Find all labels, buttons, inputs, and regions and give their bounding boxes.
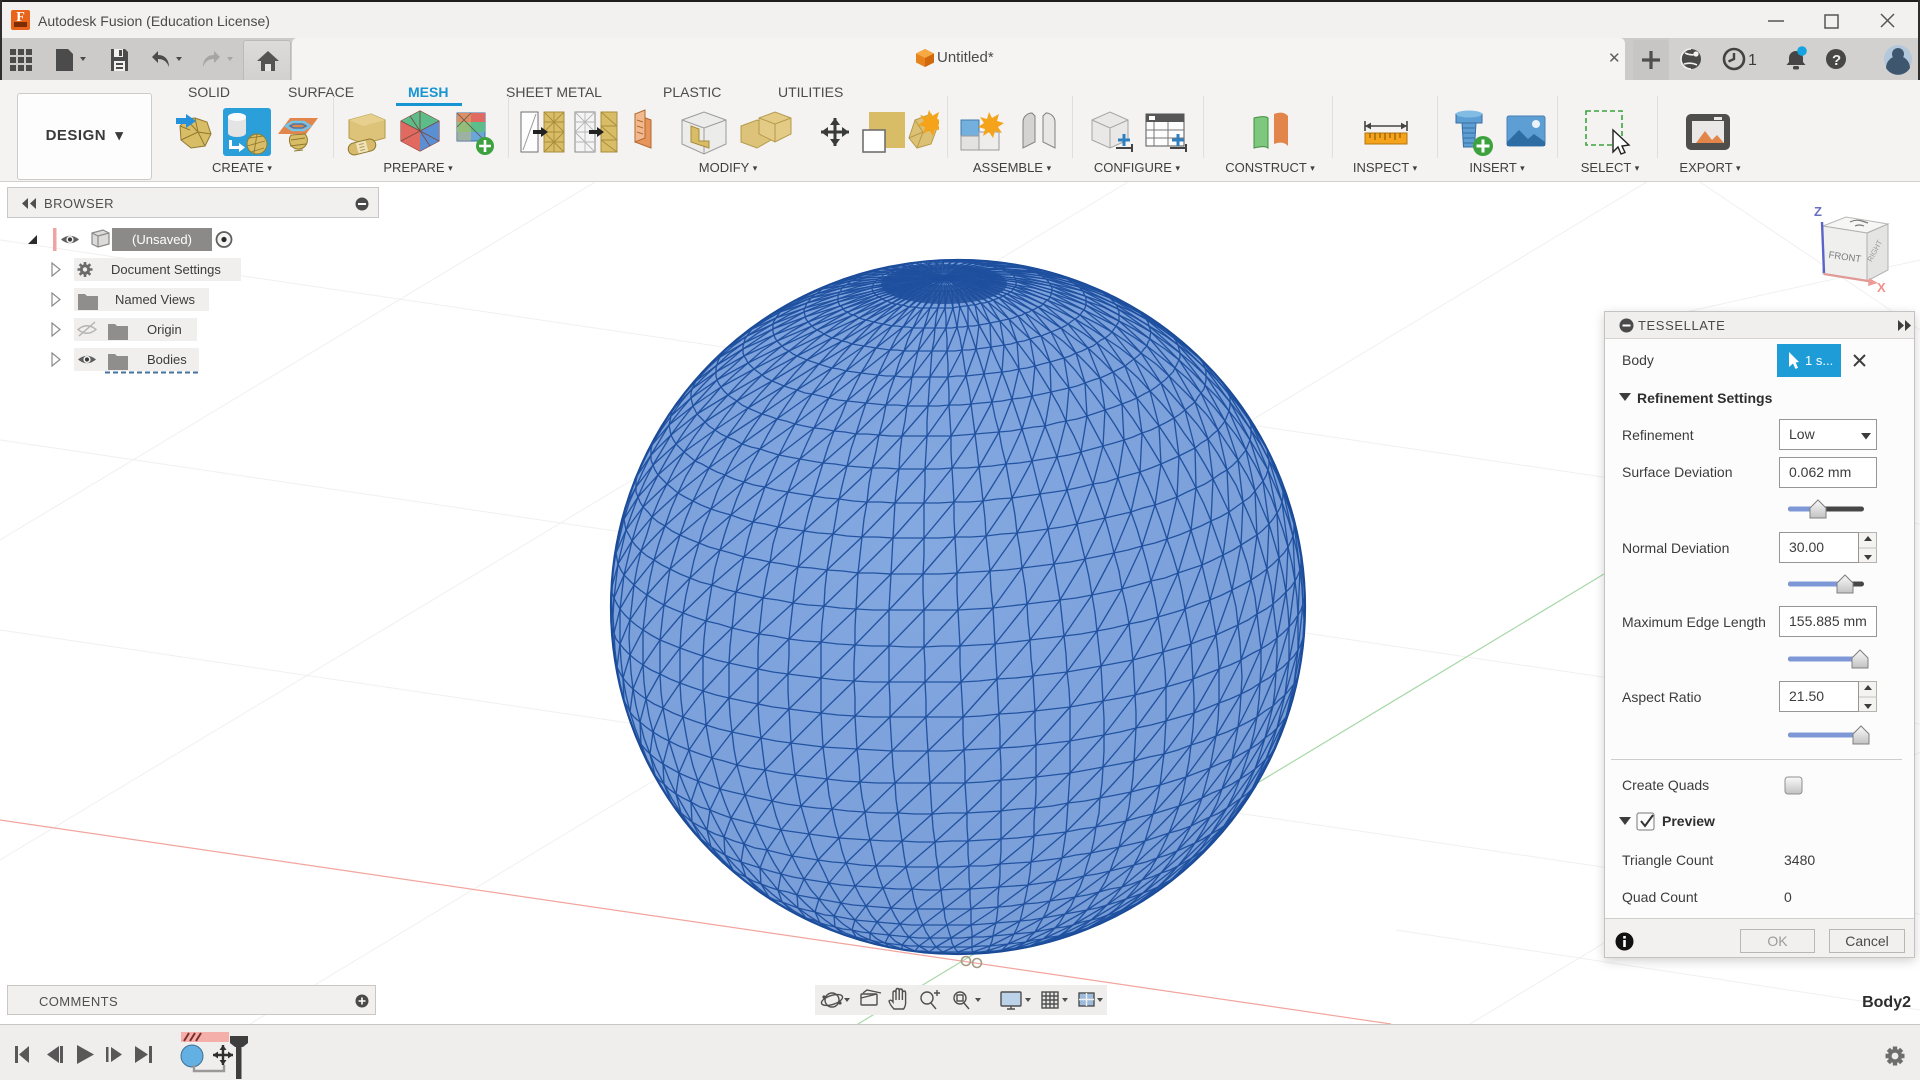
svg-text:Document Settings: Document Settings — [111, 262, 221, 277]
svg-text:(Unsaved): (Unsaved) — [132, 232, 192, 247]
svg-text:Origin: Origin — [147, 322, 182, 337]
svg-text:Bodies: Bodies — [147, 352, 187, 367]
svg-text:1: 1 — [1748, 52, 1757, 69]
svg-text:Named Views: Named Views — [115, 292, 195, 307]
svg-text:?: ? — [1832, 52, 1841, 69]
svg-text:X: X — [1877, 280, 1886, 295]
svg-text:Z: Z — [1814, 204, 1822, 219]
